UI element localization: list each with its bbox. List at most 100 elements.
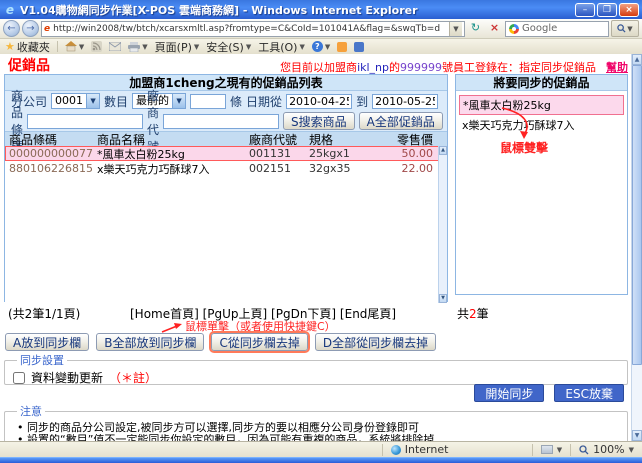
search-input[interactable]: Google	[505, 21, 609, 37]
login-status-text: 您目前以加盟商ikl_np的999999號員工登錄在：指定同步促銷品幫助	[280, 59, 628, 75]
cell-spec: 32gx35	[305, 162, 361, 175]
search-placeholder: Google	[522, 23, 557, 34]
chevron-down-icon: ▼	[142, 43, 147, 51]
menu-safety[interactable]: 安全(S) ▼	[206, 39, 251, 55]
feeds-icon[interactable]	[91, 41, 102, 52]
addon-icon[interactable]	[354, 42, 364, 52]
protected-mode-indicator[interactable]: ▼	[532, 444, 570, 456]
close-button[interactable]	[619, 3, 639, 17]
notice-item: 同步的商品分公司設定,被同步方可以選擇,同步方的要以相應分公司身份登錄即可	[13, 422, 619, 434]
employee-number: 999999	[400, 61, 442, 74]
scroll-down-icon[interactable]: ▼	[439, 294, 447, 303]
sync-item-selected[interactable]: *風車太白粉25kg	[459, 95, 624, 115]
window-title: V1.04購物網同步作業[X-POS 雲端商務網] - Windows Inte…	[20, 2, 575, 18]
col-spec: 規格	[305, 131, 361, 148]
notice-legend: 注意	[17, 403, 45, 419]
help-link[interactable]: 幫助	[606, 61, 628, 74]
address-input[interactable]: e http://win2008/tw/btch/xcarsxmltl.asp?…	[41, 21, 465, 37]
sync-target-panel: 將要同步的促銷品 *風車太白粉25kg x樂天巧克力巧酥球7入 鼠標雙擊	[455, 74, 628, 295]
barcode-input[interactable]	[27, 114, 143, 129]
address-dropdown-icon[interactable]: ▼	[449, 22, 462, 36]
page-menu-label: 頁面(P)	[155, 39, 192, 55]
branch-select[interactable]: 0001 ▼	[51, 93, 100, 109]
zoom-control[interactable]: 100% ▼	[570, 444, 642, 456]
globe-icon	[391, 445, 401, 455]
stop-icon[interactable]: ×	[486, 20, 503, 37]
forward-button[interactable]: →	[22, 20, 39, 37]
star-icon: ★	[5, 40, 15, 53]
page-title: 促銷品	[8, 55, 50, 75]
menu-page[interactable]: 頁面(P) ▼	[155, 39, 200, 55]
remove-all-from-sync-button[interactable]: D全部從同步欄去掉	[315, 333, 436, 351]
vendor-input[interactable]	[163, 114, 279, 129]
login-text: 的	[389, 61, 400, 74]
magnifier-icon	[579, 445, 589, 455]
favorites-button[interactable]: ★ 收藏夾	[5, 39, 50, 55]
cell-name: x樂天巧克力巧酥球7入	[93, 161, 245, 177]
esc-cancel-button[interactable]: ESC放棄	[554, 384, 624, 402]
date-from-input[interactable]	[286, 94, 352, 109]
addon-icon[interactable]	[337, 42, 347, 52]
filter-row-2: 商品條碼 廠商代號 S搜索商品 A全部促銷品	[5, 111, 447, 131]
date-to-input[interactable]	[372, 94, 438, 109]
add-to-sync-button[interactable]: A放到同步欄	[5, 333, 89, 351]
scroll-up-icon[interactable]: ▲	[632, 54, 642, 65]
scroll-down-icon[interactable]: ▼	[632, 430, 642, 441]
add-all-to-sync-button[interactable]: B全部放到同步欄	[96, 333, 204, 351]
sync-panel-header: 將要同步的促銷品	[456, 75, 627, 91]
count-input[interactable]	[190, 94, 226, 109]
count-select[interactable]: 最前的 ▼	[132, 93, 186, 109]
chevron-down-icon: ▼	[246, 43, 251, 51]
tools-menu-label: 工具(O)	[258, 39, 297, 55]
title-bar: e V1.04購物網同步作業[X-POS 雲端商務網] - Windows In…	[0, 0, 642, 19]
login-text: 號員工登錄在：指定同步促銷品	[442, 61, 596, 74]
search-dropdown-icon[interactable]: ▼	[627, 25, 632, 33]
status-bar: Internet ▼ 100% ▼	[0, 441, 642, 457]
menu-tools[interactable]: 工具(O) ▼	[258, 39, 305, 55]
protected-mode-icon	[541, 445, 553, 454]
restore-button[interactable]	[597, 3, 617, 17]
cell-price: 22.00	[361, 162, 447, 175]
sync-button-row: A放到同步欄 B全部放到同步欄 C從同步欄去掉 D全部從同步欄去掉	[5, 333, 436, 351]
count-label: 數目	[104, 93, 128, 110]
remove-from-sync-button[interactable]: C從同步欄去掉	[211, 333, 307, 351]
mail-icon[interactable]	[109, 42, 121, 51]
checkbox-label: 資料變動更新	[31, 369, 103, 386]
table-scrollbar[interactable]: ▲ ▼	[438, 146, 447, 303]
single-click-annotation: 鼠標單擊（或者使用快捷鍵C）	[160, 318, 336, 334]
help-button[interactable]: ? ▼	[312, 41, 330, 52]
taskbar-edge	[0, 457, 642, 463]
cell-price: 50.00	[361, 147, 447, 160]
chevron-down-icon: ▼	[325, 43, 330, 51]
print-button[interactable]: ▼	[128, 42, 147, 52]
home-button[interactable]: ▼	[65, 41, 84, 52]
cell-name: *風車太白粉25kg	[93, 146, 245, 162]
page-content: 促銷品 您目前以加盟商ikl_np的999999號員工登錄在：指定同步促銷品幫助…	[0, 54, 642, 441]
ie-logo-icon: e	[3, 3, 17, 17]
sync-item[interactable]: x樂天巧克力巧酥球7入	[456, 115, 627, 135]
date-from-label: 日期從	[246, 93, 282, 110]
notice-group: 注意 同步的商品分公司設定,被同步方可以選擇,同步方的要以相應分公司身份登錄即可…	[4, 403, 628, 441]
page-summary: (共2筆1/1頁)	[8, 305, 80, 322]
col-vendor: 廠商代號	[245, 131, 305, 148]
address-bar-row: ← → e http://win2008/tw/btch/xcarsxmltl.…	[0, 19, 642, 39]
search-button[interactable]: ▼	[611, 20, 639, 37]
back-button[interactable]: ←	[3, 20, 20, 37]
promo-list-panel: 加盟商1cheng之現有的促銷品列表 分公司 0001 ▼ 數目 最前的 ▼ 條…	[4, 74, 448, 302]
table-row[interactable]: 8801062268153 x樂天巧克力巧酥球7入 002151 32gx35 …	[5, 161, 447, 176]
note-text: （＊註）	[109, 369, 157, 386]
minimize-button[interactable]	[575, 3, 595, 17]
page-scrollbar[interactable]: ▲ ▼	[631, 54, 642, 441]
data-change-update-checkbox[interactable]	[13, 372, 25, 384]
table-row[interactable]: 0000000000772 *風車太白粉25kg 001131 25kgx1 5…	[5, 146, 447, 161]
search-products-button[interactable]: S搜索商品	[283, 112, 355, 130]
command-bar: ★ 收藏夾 ▼ ▼ 頁面(P) ▼ 安全(S) ▼ 工具(O) ▼ ? ▼	[0, 39, 642, 54]
count-suffix: 筆	[477, 307, 489, 321]
all-promos-button[interactable]: A全部促銷品	[359, 112, 443, 130]
start-sync-button[interactable]: 開始同步	[474, 384, 544, 402]
scroll-up-icon[interactable]: ▲	[439, 146, 447, 155]
refresh-icon[interactable]: ↻	[467, 20, 484, 37]
scrollbar-thumb[interactable]	[632, 65, 642, 365]
page-favicon: e	[44, 24, 50, 34]
home-icon	[65, 41, 77, 52]
